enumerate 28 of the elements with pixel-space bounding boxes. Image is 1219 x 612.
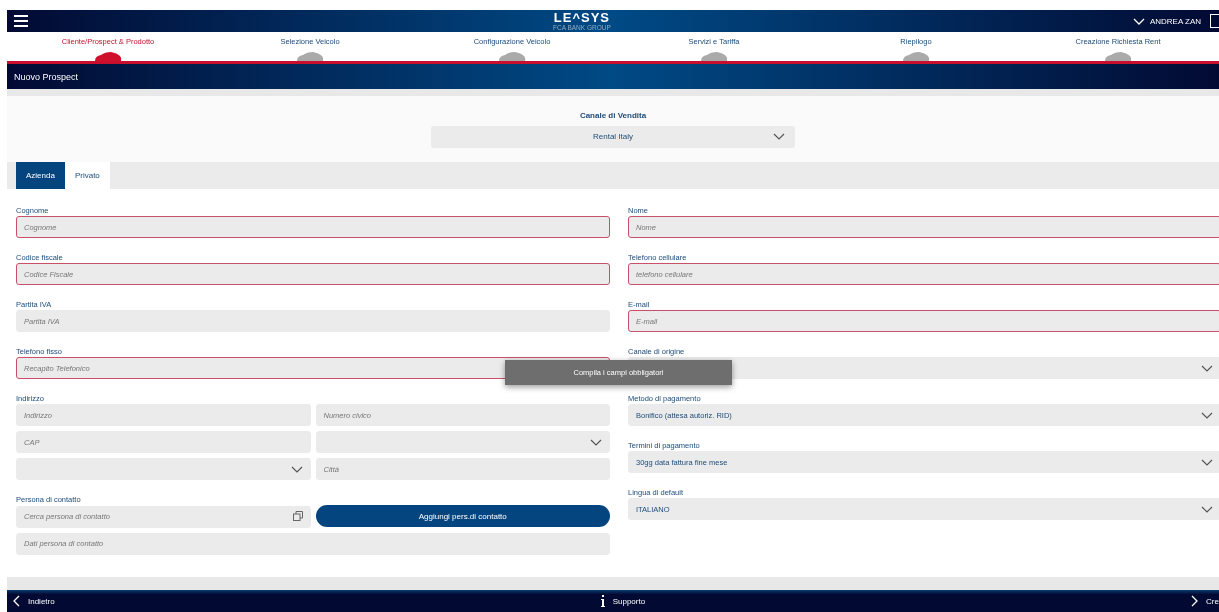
info-icon (600, 595, 605, 607)
chevron-down-icon (773, 133, 785, 140)
channel-dropdown[interactable]: Rental Italy (431, 125, 795, 148)
tab[interactable]: Azienda (16, 162, 65, 189)
chevron-down-icon (590, 438, 602, 446)
chevron-down-icon (1201, 411, 1213, 419)
chevron-left-icon (13, 595, 20, 607)
next-button[interactable]: Cre (1185, 595, 1219, 607)
chevron-down-icon (1201, 364, 1213, 372)
car-icon (295, 52, 325, 61)
car-icon (1103, 52, 1133, 61)
menu-icon[interactable] (14, 15, 28, 27)
user-name[interactable]: ANDREA ZAN (1149, 16, 1201, 26)
chevron-right-icon (1191, 595, 1199, 607)
chevron-down-icon (290, 465, 303, 473)
support-button[interactable]: Supporto (594, 595, 646, 607)
add-contact-button[interactable]: Aggiungi pers.di contatto (315, 505, 610, 527)
car-icon (497, 52, 527, 61)
tab[interactable]: Privato (64, 162, 110, 189)
car-icon (699, 52, 729, 61)
car-icon (901, 52, 931, 61)
chevron-down-icon (1201, 458, 1213, 466)
page-title: Nuovo Prospect (14, 71, 79, 82)
copy-icon[interactable] (292, 511, 303, 521)
field-label: Canale di Vendita (579, 110, 647, 120)
chevron-down-icon[interactable] (1132, 17, 1145, 25)
chevron-down-icon (1201, 505, 1213, 513)
back-button[interactable]: Indietro (7, 595, 55, 607)
